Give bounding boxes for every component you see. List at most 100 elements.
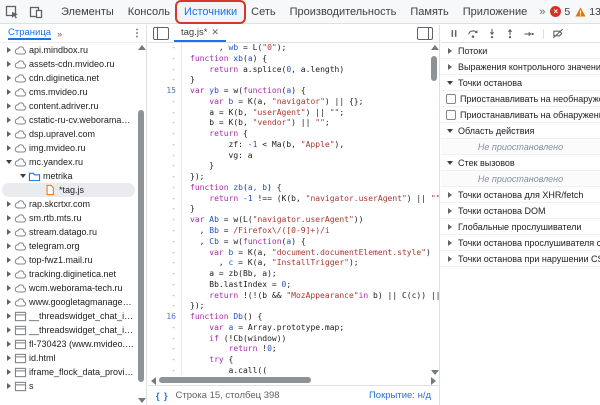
chevron-right-icon[interactable]: [4, 201, 13, 207]
checkbox-unchecked[interactable]: [446, 110, 456, 120]
tab-источники[interactable]: Источники: [177, 2, 244, 22]
inspect-element-icon[interactable]: [4, 4, 20, 20]
chevron-right-icon[interactable]: [4, 271, 13, 277]
tab-консоль[interactable]: Консоль: [121, 2, 177, 22]
tab-page[interactable]: Страница: [8, 27, 51, 40]
step-icon[interactable]: [523, 29, 535, 39]
chevron-right-icon[interactable]: [4, 47, 13, 53]
chevron-down-icon[interactable]: [18, 174, 27, 178]
error-badge[interactable]: × 5: [550, 6, 570, 18]
tree-item[interactable]: wcm.weborama-tech.ru: [0, 281, 137, 295]
section-collapsed[interactable]: Точки останова при нарушении CSP: [441, 251, 600, 267]
editor-scroll-thumb[interactable]: [431, 56, 437, 81]
line-number-gutter[interactable]: -: [148, 366, 182, 375]
coverage-link[interactable]: Покрытие: н/д: [369, 390, 431, 401]
tree-item[interactable]: iframe_flock_data_provi…: [0, 365, 137, 379]
line-number-gutter[interactable]: -: [148, 161, 182, 172]
chevron-right-icon[interactable]: [4, 229, 13, 235]
chevron-right-icon[interactable]: [4, 285, 13, 291]
chevron-right-icon[interactable]: [446, 256, 454, 262]
close-tab-icon[interactable]: ✕: [211, 27, 219, 38]
tab-производительность[interactable]: Производительность: [283, 2, 404, 22]
line-number-gutter[interactable]: -: [148, 129, 182, 140]
chevron-right-icon[interactable]: [446, 240, 454, 246]
sidebar-more-tabs[interactable]: »: [57, 29, 62, 39]
breakpoint-checkbox-row[interactable]: Приостанавливать на необнаруженных исклю…: [441, 91, 600, 107]
warning-badge[interactable]: 138: [575, 6, 600, 18]
chevron-down-icon[interactable]: [446, 161, 454, 165]
pretty-print-icon[interactable]: { }: [156, 391, 169, 401]
editor-hscroll-thumb[interactable]: [159, 377, 311, 383]
tree-item[interactable]: cstatic-ru-cv.weborama…: [0, 113, 137, 127]
tree-item[interactable]: __threadswidget_chat_i…: [0, 309, 137, 323]
line-number-gutter[interactable]: -: [148, 258, 182, 269]
line-number-gutter[interactable]: -: [148, 183, 182, 194]
line-number-gutter[interactable]: -: [148, 334, 182, 345]
line-number-gutter[interactable]: -: [148, 248, 182, 259]
more-tabs-button[interactable]: »: [534, 6, 550, 18]
tree-item[interactable]: content.adriver.ru: [0, 99, 137, 113]
tree-item[interactable]: rap.skcrtxr.com: [0, 197, 137, 211]
section-expanded[interactable]: Точки останова: [441, 75, 600, 91]
sidebar-scrollbar[interactable]: [137, 43, 146, 405]
tree-item[interactable]: metrika: [0, 169, 137, 183]
line-number-gutter[interactable]: -: [148, 215, 182, 226]
line-number-gutter[interactable]: -: [148, 140, 182, 151]
tab-память[interactable]: Память: [403, 2, 455, 22]
scroll-right-icon[interactable]: [431, 377, 436, 385]
chevron-right-icon[interactable]: [4, 89, 13, 95]
section-expanded[interactable]: Область действия: [441, 123, 600, 139]
section-collapsed[interactable]: Выражения контрольного значения: [441, 59, 600, 75]
chevron-right-icon[interactable]: [446, 224, 454, 230]
line-number-gutter[interactable]: -: [148, 344, 182, 355]
chevron-right-icon[interactable]: [4, 257, 13, 263]
chevron-right-icon[interactable]: [4, 75, 13, 81]
pause-icon[interactable]: [449, 28, 459, 39]
line-number-gutter[interactable]: -: [148, 301, 182, 312]
section-collapsed[interactable]: Потоки: [441, 43, 600, 59]
line-number-gutter[interactable]: -: [148, 280, 182, 291]
line-number-gutter[interactable]: -: [148, 237, 182, 248]
chevron-right-icon[interactable]: [4, 103, 13, 109]
editor-vscrollbar[interactable]: [430, 43, 439, 375]
tree-item[interactable]: fl-730423 (www.mvideo.…: [0, 337, 137, 351]
chevron-down-icon[interactable]: [446, 81, 454, 85]
tree-item[interactable]: __threadswidget_chat_i…: [0, 323, 137, 337]
chevron-right-icon[interactable]: [4, 383, 13, 389]
line-number-gutter[interactable]: -: [148, 43, 182, 54]
tree-item[interactable]: sm.rtb.mts.ru: [0, 211, 137, 225]
tree-item[interactable]: stream.datago.ru: [0, 225, 137, 239]
section-collapsed[interactable]: Точки останова прослушивателя событий: [441, 235, 600, 251]
chevron-right-icon[interactable]: [4, 131, 13, 137]
tree-item[interactable]: id.html: [0, 351, 137, 365]
editor-tab-tagjs[interactable]: tag.js* ✕: [174, 25, 226, 42]
toggle-debugger-sidebar-icon[interactable]: [417, 27, 433, 40]
chevron-right-icon[interactable]: [4, 327, 13, 333]
tab-сеть[interactable]: Сеть: [244, 2, 282, 22]
line-number-gutter[interactable]: 15: [148, 86, 182, 97]
tree-item[interactable]: cdn.diginetica.net: [0, 71, 137, 85]
line-number-gutter[interactable]: -: [148, 226, 182, 237]
tree-item[interactable]: dsp.upravel.com: [0, 127, 137, 141]
chevron-right-icon[interactable]: [4, 243, 13, 249]
scroll-down-icon[interactable]: [138, 398, 146, 403]
chevron-down-icon[interactable]: [4, 160, 13, 164]
tree-item[interactable]: www.googletagmanage…: [0, 295, 137, 309]
line-number-gutter[interactable]: -: [148, 355, 182, 366]
step-out-icon[interactable]: [505, 28, 515, 39]
chevron-right-icon[interactable]: [4, 341, 13, 347]
line-number-gutter[interactable]: -: [148, 151, 182, 162]
chevron-right-icon[interactable]: [446, 208, 454, 214]
line-number-gutter[interactable]: -: [148, 172, 182, 183]
code-area[interactable]: - , wb = L("0");-function xb(a) {- retur…: [148, 43, 439, 375]
tree-item[interactable]: tracking.diginetica.net: [0, 267, 137, 281]
chevron-right-icon[interactable]: [446, 192, 454, 198]
chevron-right-icon[interactable]: [4, 61, 13, 67]
breakpoint-checkbox-row[interactable]: Приостанавливать на обнаруженных исключе…: [441, 107, 600, 123]
chevron-right-icon[interactable]: [4, 215, 13, 221]
tab-элементы[interactable]: Элементы: [54, 2, 121, 22]
line-number-gutter[interactable]: -: [148, 291, 182, 302]
editor-hscrollbar[interactable]: [148, 375, 439, 385]
line-number-gutter[interactable]: -: [148, 269, 182, 280]
section-collapsed[interactable]: Глобальные прослушиватели: [441, 219, 600, 235]
